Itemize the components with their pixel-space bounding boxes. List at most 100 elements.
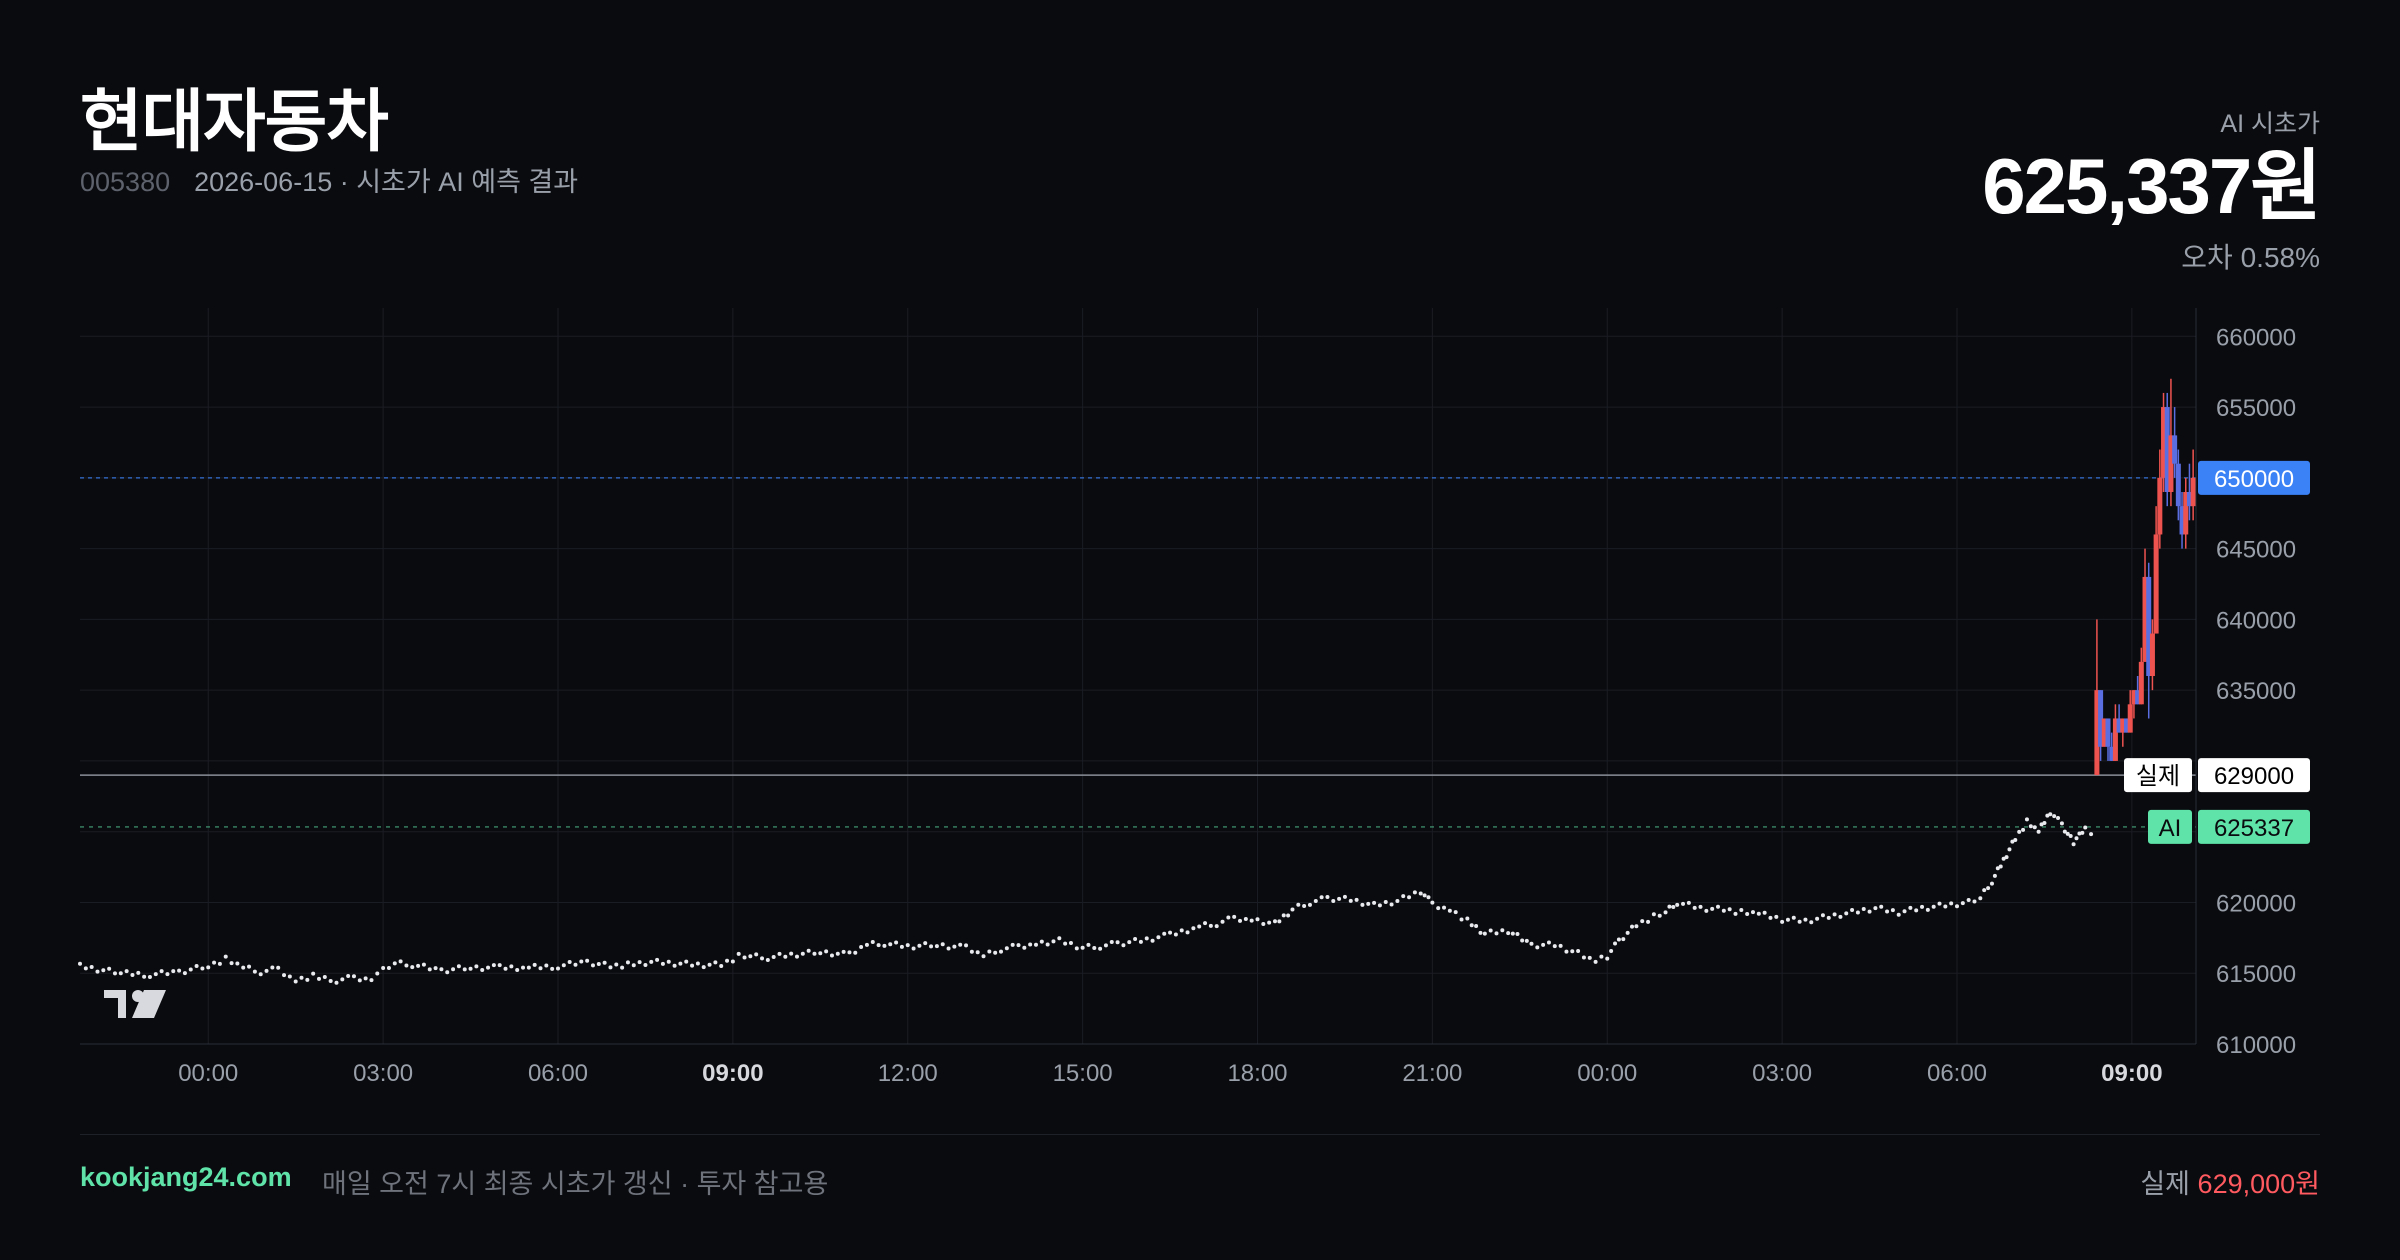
brand-link[interactable]: kookjang24.com: [80, 1162, 292, 1193]
price-dot: [1426, 895, 1431, 900]
price-dot: [188, 967, 193, 972]
price-dot: [112, 971, 117, 976]
price-dot: [1861, 907, 1866, 912]
price-dot: [1412, 890, 1417, 895]
y-tick-label: 610000: [2216, 1032, 2296, 1059]
price-dot: [841, 949, 846, 954]
price-dot: [1651, 912, 1656, 917]
price-dot: [375, 971, 380, 976]
price-dot: [847, 950, 852, 955]
price-dot: [124, 969, 129, 974]
price-dot: [1982, 888, 1987, 893]
price-dot: [1657, 913, 1662, 918]
price-dot: [1459, 917, 1464, 922]
price-dot: [684, 959, 689, 964]
price-dot: [316, 976, 321, 981]
price-dot: [695, 961, 700, 966]
price-dot: [1272, 919, 1277, 924]
price-dot: [1681, 901, 1686, 906]
price-dot: [1558, 943, 1563, 948]
price-dot: [1121, 943, 1126, 948]
price-dot: [1704, 908, 1709, 913]
x-tick-label: 15:00: [1053, 1060, 1113, 1087]
price-dot: [2021, 827, 2026, 832]
ai-tag-value: 625337: [2214, 815, 2294, 842]
price-dot: [194, 964, 199, 969]
price-dot: [1249, 918, 1254, 923]
chart-card: 현대자동차 005380 2026-06-15 · 시초가 AI 예측 결과 AI…: [0, 0, 2400, 1260]
price-dot: [1506, 931, 1511, 936]
price-dot: [78, 961, 82, 966]
candle-body: [2127, 704, 2133, 733]
price-dot: [824, 949, 829, 954]
price-dot: [1599, 954, 1604, 959]
price-dot: [1640, 919, 1645, 924]
price-dot: [754, 952, 759, 957]
price-dot: [1372, 900, 1377, 905]
price-dot: [299, 975, 304, 980]
price-dot: [1500, 928, 1505, 933]
x-tick-label: 03:00: [1752, 1060, 1812, 1087]
price-dot: [1710, 906, 1715, 911]
x-tick-label: 03:00: [353, 1060, 413, 1087]
x-tick-label: 09:00: [702, 1060, 763, 1087]
price-dot: [1879, 904, 1884, 909]
price-dot: [608, 965, 613, 970]
price-dot: [1692, 905, 1697, 910]
price-dot: [1103, 943, 1108, 948]
price-dot: [1290, 907, 1295, 912]
price-dot: [2004, 855, 2009, 860]
price-dot: [585, 958, 590, 963]
price-dot: [1510, 931, 1515, 936]
x-tick-label: 00:00: [1577, 1060, 1637, 1087]
price-dot: [1389, 902, 1394, 907]
price-dot: [765, 958, 770, 963]
candle-body: [2149, 633, 2155, 676]
price-dot: [1902, 909, 1907, 914]
price-dot: [1127, 940, 1132, 945]
price-dot: [818, 951, 823, 956]
price-dot: [515, 967, 520, 972]
price-dot: [1447, 908, 1452, 913]
price-dot: [1535, 945, 1540, 950]
price-dot: [1474, 924, 1479, 929]
tradingview-logo-icon[interactable]: [104, 990, 166, 1018]
price-dot: [958, 942, 963, 947]
price-dot: [870, 940, 875, 945]
price-dot: [95, 969, 100, 974]
price-dot: [538, 966, 543, 971]
price-dot: [2080, 830, 2085, 835]
price-dot: [486, 965, 491, 970]
candle-body: [2105, 718, 2111, 747]
price-dot: [1168, 930, 1173, 935]
price-dot: [101, 968, 106, 973]
price-dot: [1844, 911, 1849, 916]
price-dot: [1609, 949, 1614, 954]
price-dot: [503, 966, 508, 971]
price-dot: [567, 960, 572, 965]
price-dot: [964, 943, 969, 948]
price-dot: [1238, 918, 1243, 923]
footer-divider: [80, 1134, 2320, 1135]
price-dot: [1407, 895, 1412, 900]
price-dot: [1098, 946, 1103, 951]
price-dot: [1992, 873, 1997, 878]
price-dot: [987, 949, 992, 954]
y-tick-label: 640000: [2216, 607, 2296, 634]
price-dot: [1377, 903, 1382, 908]
price-dot: [800, 951, 805, 956]
candle-body: [2138, 661, 2144, 705]
price-dot: [212, 960, 217, 965]
price-dot: [1890, 908, 1895, 913]
price-dot: [1325, 895, 1330, 900]
price-dot: [1277, 919, 1282, 924]
price-dot: [1855, 910, 1860, 915]
price-dot: [1908, 905, 1913, 910]
price-chart[interactable]: 610000 615000 620000 635000 640000 645000 6500…: [0, 0, 2400, 1100]
price-dot: [1302, 904, 1307, 909]
price-dot: [322, 974, 327, 979]
ai-tag-label: AI: [2159, 815, 2182, 842]
price-dot: [888, 942, 893, 947]
price-dot: [1756, 911, 1761, 916]
price-dot: [2017, 829, 2022, 834]
